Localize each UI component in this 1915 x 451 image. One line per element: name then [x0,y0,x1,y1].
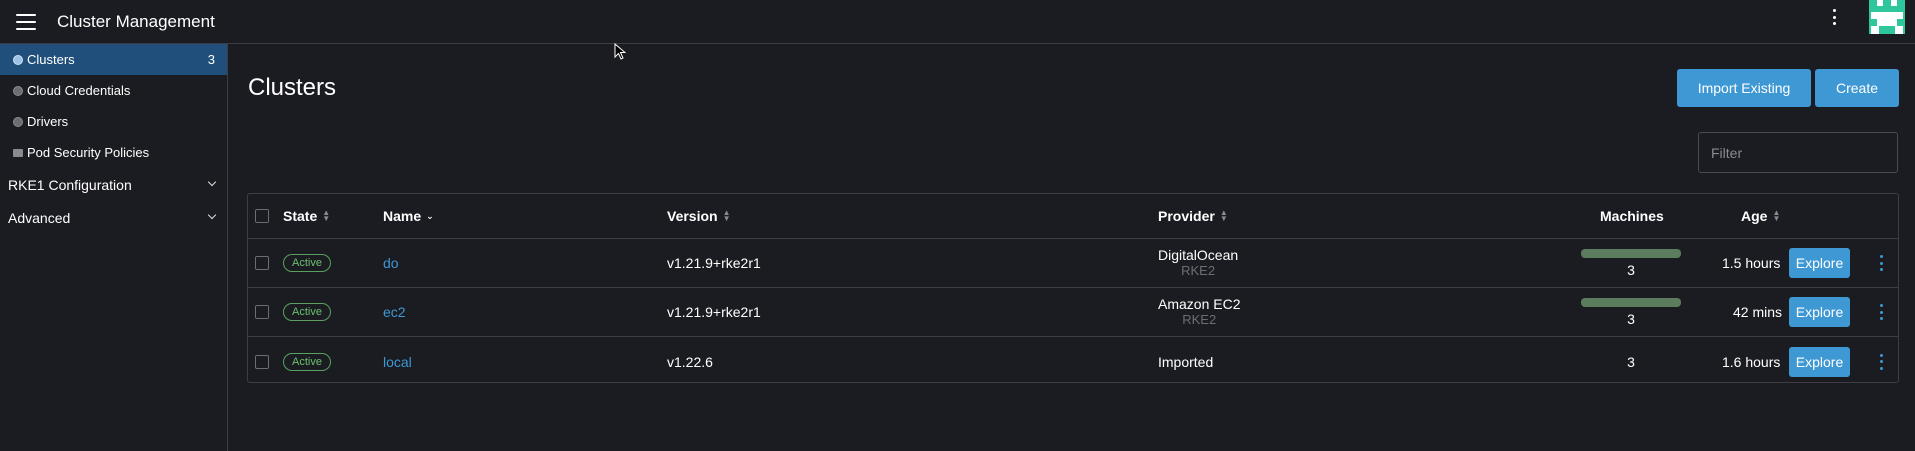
page-title: Clusters [248,74,337,101]
row-checkbox[interactable] [255,256,269,270]
column-header-machines[interactable]: Machines [1600,194,1664,238]
sidebar-group-rke1-configuration[interactable]: RKE1 Configuration [0,168,227,201]
cluster-version: v1.21.9+rke2r1 [667,304,761,320]
cluster-provider: DigitalOcean RKE2 [1158,247,1239,278]
cluster-provider: Amazon EC2 RKE2 [1158,296,1241,327]
sort-icon: ▲ ▼ [1219,208,1228,223]
column-header-state[interactable]: State ▲ ▼ [283,194,330,238]
sort-icon: ▲ ▼ [1772,208,1781,223]
machines-cell: 3 [1580,239,1682,287]
create-button[interactable]: Create [1815,69,1899,107]
sidebar-item-count: 3 [207,52,215,67]
select-all-checkbox[interactable] [255,209,269,223]
cluster-age: 42 mins [1733,304,1783,320]
folder-icon [13,148,23,157]
mouse-cursor-icon [614,43,626,60]
sidebar-item-cloud-credentials[interactable]: Cloud Credentials [0,75,227,106]
sidebar-group-label: RKE1 Configuration [8,176,132,193]
avatar[interactable] [1869,0,1905,34]
explore-button[interactable]: Explore [1789,297,1850,327]
kebab-icon[interactable] [1826,7,1842,27]
sort-desc-icon: ⌄ [426,211,434,221]
cluster-version: v1.21.9+rke2r1 [667,255,761,271]
cluster-name-link[interactable]: do [383,255,399,271]
filter-input[interactable] [1698,132,1898,173]
sidebar-group-advanced[interactable]: Advanced [0,201,227,234]
circle-icon [13,54,23,65]
cluster-name-link[interactable]: ec2 [383,304,406,320]
sidebar-item-drivers[interactable]: Drivers [0,106,227,137]
explore-button[interactable]: Explore [1789,248,1850,278]
row-actions-icon[interactable] [1876,353,1886,370]
cluster-age: 1.5 hours [1722,255,1781,271]
row-actions-icon[interactable] [1876,304,1886,320]
column-header-age[interactable]: Age ▲ ▼ [1741,194,1780,238]
machines-cell: 3 [1580,288,1682,336]
sidebar-item-label: Pod Security Policies [27,145,150,160]
status-badge: Active [283,254,331,272]
status-badge: Active [283,352,331,371]
machines-progress-bar [1581,297,1681,307]
row-actions-icon[interactable] [1876,255,1886,271]
sidebar-item-label: Cloud Credentials [27,83,131,98]
table-row: Active ec2 v1.21.9+rke2r1 Amazon EC2 RKE… [248,288,1898,337]
sidebar-item-clusters[interactable]: Clusters 3 [0,44,227,75]
circle-icon [13,85,23,96]
app-title: Cluster Management [57,11,215,31]
machines-progress-bar [1581,248,1681,258]
hamburger-icon[interactable] [16,13,36,30]
chevron-down-icon [207,177,217,187]
table-header: State ▲ ▼ Name ⌄ Version ▲ ▼ Provider ▲ ▼ Machi… [248,194,1898,239]
cluster-age: 1.6 hours [1722,353,1781,370]
explore-button[interactable]: Explore [1789,346,1850,377]
machines-cell: 3 [1627,353,1635,370]
table-row: Active local v1.22.6 Imported 3 1.6 hour… [248,337,1898,386]
column-header-provider[interactable]: Provider ▲ ▼ [1158,194,1228,238]
status-badge: Active [283,303,331,321]
cluster-version: v1.22.6 [667,353,713,370]
chevron-down-icon [207,210,217,220]
row-checkbox[interactable] [255,305,269,319]
row-checkbox[interactable] [255,354,269,369]
cluster-provider: Imported [1158,353,1214,370]
cluster-name-link[interactable]: local [383,354,412,370]
column-header-version[interactable]: Version ▲ ▼ [667,194,731,238]
sidebar-item-label: Clusters [27,52,75,67]
import-existing-button[interactable]: Import Existing [1677,69,1811,107]
clusters-table: State ▲ ▼ Name ⌄ Version ▲ ▼ Provider ▲ ▼ Machi… [247,193,1899,383]
column-header-name[interactable]: Name ⌄ [383,194,434,238]
sort-icon: ▲ ▼ [322,208,331,223]
sort-icon: ▲ ▼ [722,208,731,223]
circle-icon [13,116,23,127]
sidebar-group-label: Advanced [8,209,71,226]
sidebar-item-label: Drivers [27,114,69,129]
top-header: Cluster Management [0,0,1915,44]
table-row: Active do v1.21.9+rke2r1 DigitalOcean RK… [248,239,1898,288]
sidebar-item-pod-security-policies[interactable]: Pod Security Policies [0,137,227,168]
sidebar: Clusters 3 Cloud Credentials Drivers Pod… [0,44,228,451]
